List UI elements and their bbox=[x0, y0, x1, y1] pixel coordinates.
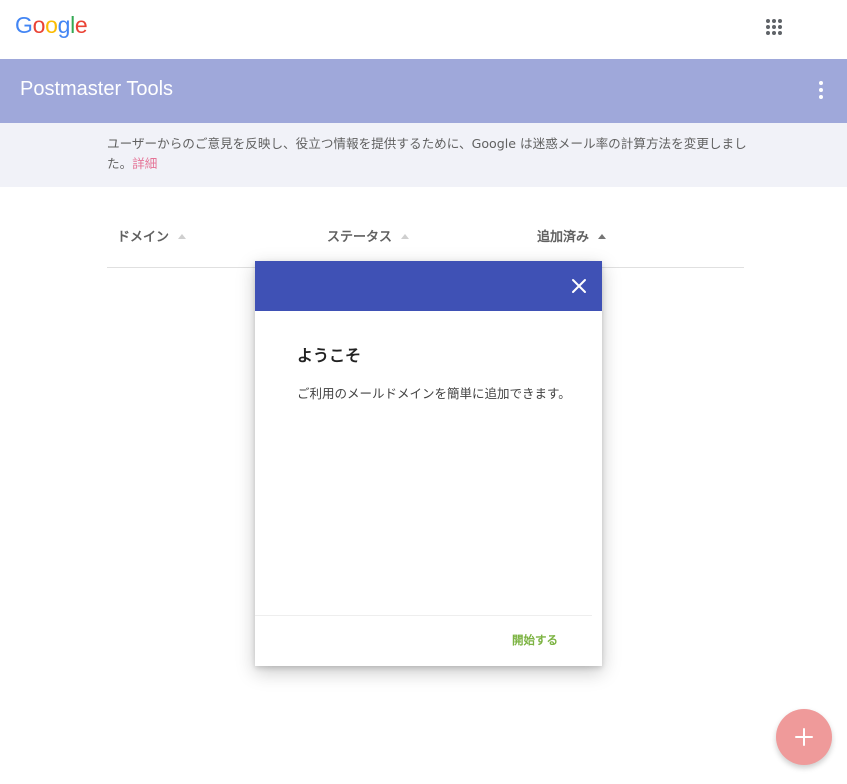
logo-letter: G bbox=[15, 12, 33, 38]
sort-arrow-icon bbox=[178, 234, 187, 239]
dialog-body: ご利用のメールドメインを簡単に追加できます。 bbox=[297, 386, 571, 401]
page: Google Postmaster Tools ユーザーからのご意見を反映し、役… bbox=[0, 0, 847, 784]
more-vert-icon[interactable] bbox=[809, 78, 833, 102]
notice-details-link[interactable]: 詳細 bbox=[132, 156, 157, 171]
logo-letter: e bbox=[74, 12, 88, 38]
notice-text: ユーザーからのご意見を反映し、役立つ情報を提供するために、Google は迷惑メ… bbox=[107, 134, 747, 174]
column-label: 追加済み bbox=[537, 230, 590, 245]
column-header-added[interactable]: 追加済み bbox=[537, 226, 607, 245]
app-title: Postmaster Tools bbox=[20, 78, 174, 100]
dialog-title: ようこそ bbox=[297, 346, 362, 365]
logo-letter: o bbox=[32, 12, 46, 38]
add-domain-button[interactable] bbox=[776, 709, 832, 765]
column-label: ステータス bbox=[327, 230, 393, 245]
notice-banner: ユーザーからのご意見を反映し、役立つ情報を提供するために、Google は迷惑メ… bbox=[0, 123, 847, 187]
app-bar: Postmaster Tools bbox=[0, 59, 847, 123]
column-header-domain[interactable]: ドメイン bbox=[117, 226, 187, 245]
logo-letter: o bbox=[45, 12, 58, 38]
close-icon[interactable] bbox=[570, 277, 588, 295]
apps-grid-icon[interactable] bbox=[762, 15, 786, 39]
sort-arrow-icon bbox=[598, 234, 607, 239]
plus-icon bbox=[795, 728, 813, 746]
logo-letter: g bbox=[57, 12, 71, 38]
sort-arrow-icon bbox=[401, 234, 410, 239]
column-label: ドメイン bbox=[117, 230, 170, 245]
column-header-status[interactable]: ステータス bbox=[327, 226, 410, 245]
google-bar: Google bbox=[0, 0, 847, 59]
dialog-header bbox=[255, 261, 602, 311]
dialog-divider bbox=[255, 615, 592, 616]
welcome-dialog: ようこそ ご利用のメールドメインを簡単に追加できます。 開始する bbox=[255, 261, 602, 666]
start-button[interactable]: 開始する bbox=[512, 632, 558, 648]
google-logo[interactable]: Google bbox=[15, 12, 88, 39]
notice-message: ユーザーからのご意見を反映し、役立つ情報を提供するために、Google は迷惑メ… bbox=[107, 136, 747, 171]
